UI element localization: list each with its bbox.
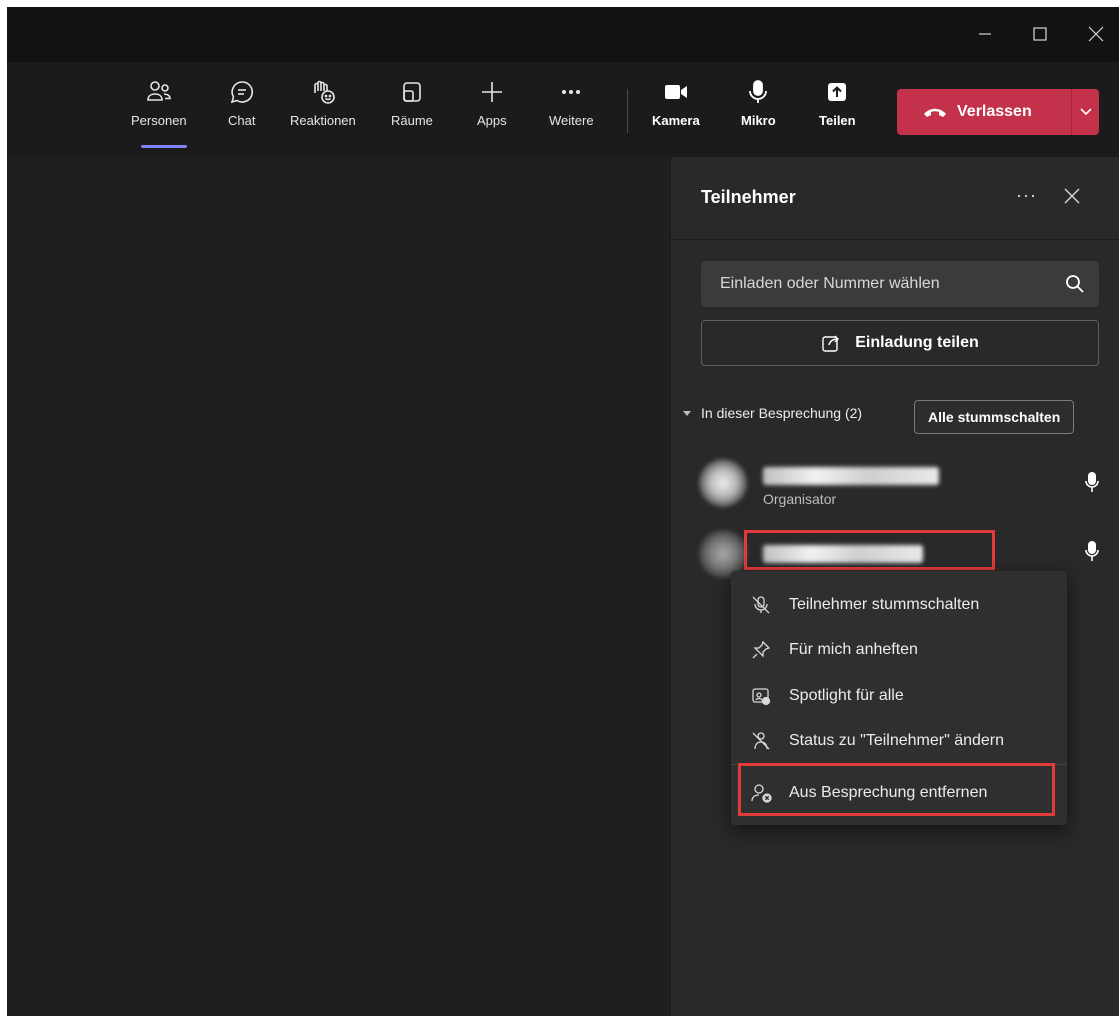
- toolbar-share-button[interactable]: Teilen: [819, 79, 856, 128]
- invite-search-input[interactable]: [718, 274, 1052, 294]
- toolbar-more-button[interactable]: Weitere: [549, 79, 594, 128]
- toolbar-rooms-button[interactable]: Räume: [391, 79, 433, 128]
- more-icon: [562, 90, 581, 94]
- search-icon[interactable]: [1065, 274, 1085, 294]
- toolbar-label: Räume: [391, 113, 433, 128]
- leave-label: Verlassen: [957, 103, 1032, 120]
- chat-icon: [230, 81, 253, 104]
- microphone-icon[interactable]: [1085, 540, 1099, 562]
- toolbar-label: Personen: [131, 113, 187, 128]
- hang-up-icon: [924, 108, 946, 117]
- toolbar-label: Reaktionen: [290, 113, 356, 128]
- toolbar-people-button[interactable]: Personen: [131, 79, 187, 128]
- minimize-icon: [979, 33, 991, 35]
- menu-item-label: Spotlight für alle: [789, 687, 904, 704]
- toolbar-apps-button[interactable]: Apps: [477, 79, 507, 128]
- share-invitation-button[interactable]: Einladung teilen: [701, 320, 1099, 366]
- spotlight-icon: [752, 688, 771, 706]
- meeting-stage: [7, 157, 670, 1016]
- share-label: Einladung teilen: [855, 334, 979, 351]
- reactions-icon: [314, 80, 335, 104]
- chevron-down-icon: [1079, 108, 1092, 116]
- invite-search-field[interactable]: [701, 261, 1099, 307]
- panel-title: Teilnehmer: [701, 187, 796, 207]
- maximize-button[interactable]: [1025, 19, 1055, 49]
- menu-item-change-role[interactable]: Status zu "Teilnehmer" ändern: [731, 719, 1067, 763]
- toolbar-label: Chat: [228, 113, 256, 128]
- title-bar: [7, 7, 1119, 62]
- toolbar-label: Kamera: [652, 113, 700, 128]
- participant-row[interactable]: Organisator: [699, 459, 1099, 515]
- person-change-icon: [752, 732, 770, 750]
- panel-header: Teilnehmer ···: [671, 157, 1119, 240]
- toolbar-label: Teilen: [819, 113, 856, 128]
- participant-role: Organisator: [763, 491, 837, 507]
- share-icon: [822, 335, 840, 352]
- menu-item-mute-participant[interactable]: Teilnehmer stummschalten: [731, 583, 1067, 627]
- close-window-button[interactable]: [1081, 19, 1111, 49]
- people-icon: [147, 81, 171, 101]
- panel-close-button[interactable]: [1063, 187, 1081, 210]
- mic-off-icon: [752, 596, 770, 614]
- caret-down-icon: [683, 410, 691, 416]
- maximize-icon: [1033, 27, 1047, 41]
- share-screen-icon: [828, 83, 847, 101]
- rooms-icon: [403, 82, 421, 102]
- in-meeting-section-toggle[interactable]: In dieser Besprechung (2): [683, 405, 862, 421]
- minimize-button[interactable]: [970, 19, 1000, 49]
- participant-name-highlight: [744, 530, 995, 570]
- toolbar-camera-button[interactable]: Kamera: [652, 79, 700, 128]
- toolbar-separator: [627, 89, 628, 133]
- active-tab-indicator: [141, 145, 187, 148]
- panel-more-button[interactable]: ···: [1016, 185, 1037, 206]
- microphone-icon[interactable]: [1085, 471, 1099, 493]
- toolbar-label: Weitere: [549, 113, 594, 128]
- plus-icon: [481, 82, 502, 102]
- toolbar-chat-button[interactable]: Chat: [228, 79, 255, 128]
- teams-meeting-window: Personen Chat Reaktionen Räume Apps Weit…: [7, 7, 1119, 1016]
- avatar: [699, 459, 747, 507]
- toolbar-mic-button[interactable]: Mikro: [741, 79, 776, 128]
- remove-item-highlight: [738, 763, 1055, 816]
- participant-name-redacted: [763, 467, 939, 485]
- microphone-icon: [749, 80, 768, 103]
- leave-button-group: Verlassen: [897, 89, 1099, 135]
- toolbar-label: Apps: [477, 113, 507, 128]
- close-icon: [1064, 188, 1080, 204]
- toolbar-reactions-button[interactable]: Reaktionen: [290, 79, 356, 128]
- menu-item-label: Teilnehmer stummschalten: [789, 596, 980, 613]
- menu-item-label: Status zu "Teilnehmer" ändern: [789, 732, 1005, 749]
- toolbar-label: Mikro: [741, 113, 776, 128]
- close-icon: [1088, 26, 1104, 42]
- leave-button[interactable]: Verlassen: [897, 89, 1057, 135]
- leave-dropdown-button[interactable]: [1072, 108, 1099, 116]
- meeting-toolbar: Personen Chat Reaktionen Räume Apps Weit…: [7, 62, 1119, 157]
- camera-icon: [664, 85, 687, 99]
- mute-all-button[interactable]: Alle stummschalten: [914, 400, 1075, 434]
- menu-item-pin-for-me[interactable]: Für mich anheften: [731, 628, 1067, 672]
- pin-icon: [752, 640, 771, 659]
- menu-item-label: Für mich anheften: [789, 641, 918, 658]
- section-label: In dieser Besprechung (2): [701, 405, 863, 421]
- menu-item-spotlight-all[interactable]: Spotlight für alle: [731, 674, 1067, 718]
